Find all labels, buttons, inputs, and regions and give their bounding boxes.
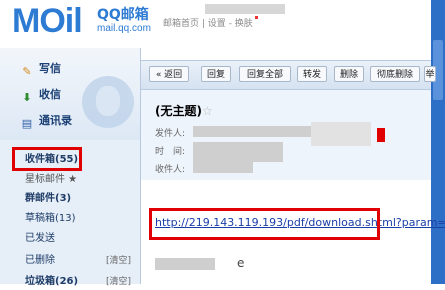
blurred-time [193,142,283,162]
from-label: 发件人: [155,129,186,139]
settings-link[interactable]: 设置 [208,19,226,29]
folder-starred[interactable]: 星标邮件 ★ [25,172,77,188]
to-label: 收件人: [155,165,186,175]
mail-logo[interactable]: MOil [12,2,83,40]
reply-button[interactable]: 回复 [201,66,231,82]
top-links: 邮箱首页 | 设置 - 换肤 [163,16,258,29]
blurred-account-name [205,4,285,14]
header-bar: MOil QQ邮箱 mail.qq.com 邮箱首页 | 设置 - 换肤 [0,0,445,284]
folder-sent[interactable]: 已发送 [25,231,55,247]
back-button[interactable]: « 返回 [149,66,189,82]
penguin-decoration-icon [82,76,134,128]
logo-domain: mail.qq.com [97,23,151,34]
blurred-body-text [155,258,215,270]
body-text-tail: e [237,256,245,270]
delete-button[interactable]: 删除 [334,66,364,82]
qq-mail-logo-text[interactable]: QQ邮箱 [97,4,149,24]
blurred-header-extra [311,122,371,146]
header-red-mark [377,128,385,142]
clear-deleted-link[interactable]: [清空] [106,253,131,269]
pencil-icon: ✎ [22,65,32,78]
sidebar-tools: ✎ 写信 ⬇ 收信 ▤ 通讯录 [0,48,140,140]
switch-skin-link[interactable]: 换肤 [235,19,253,29]
receive-label: 收信 [39,88,61,101]
sidebar-item-receive[interactable]: ⬇ 收信 [20,86,61,104]
contacts-label: 通讯录 [39,114,72,127]
address-book-icon: ▤ [21,117,33,130]
message-pane: « 返回 回复 回复全部 转发 删除 彻底删除 举 (无主题)☆ 发件人: 时 … [141,48,445,284]
more-button[interactable]: 举 [424,66,436,82]
sidebar-item-compose[interactable]: ✎ 写信 [20,60,61,78]
subject-text: (无主题) [155,104,202,118]
sidebar-item-contacts[interactable]: ▤ 通讯录 [20,112,72,130]
message-subject: (无主题)☆ [155,102,213,119]
folder-group[interactable]: 群邮件(3) [25,191,71,207]
compose-label: 写信 [39,62,61,75]
highlight-box-link [149,208,380,240]
time-label: 时 间: [155,147,186,157]
scrollbar[interactable] [431,0,445,284]
reply-all-button[interactable]: 回复全部 [239,66,291,82]
highlight-box-inbox [12,147,82,171]
star-toggle-icon[interactable]: ☆ [202,104,213,118]
new-dot-icon [254,16,258,19]
folder-deleted[interactable]: 已删除 [25,253,55,269]
blurred-recipient [193,162,253,173]
clear-spam-link[interactable]: [清空] [106,274,131,290]
home-link[interactable]: 邮箱首页 [163,19,199,29]
forward-button[interactable]: 转发 [297,66,327,82]
message-toolbar: « 返回 回复 回复全部 转发 删除 彻底删除 举 [141,60,436,90]
folder-drafts[interactable]: 草稿箱(13) [25,211,76,227]
folder-spam[interactable]: 垃圾箱(26) [25,274,78,290]
inbox-arrow-icon: ⬇ [22,91,32,104]
delete-permanently-button[interactable]: 彻底删除 [370,66,420,82]
